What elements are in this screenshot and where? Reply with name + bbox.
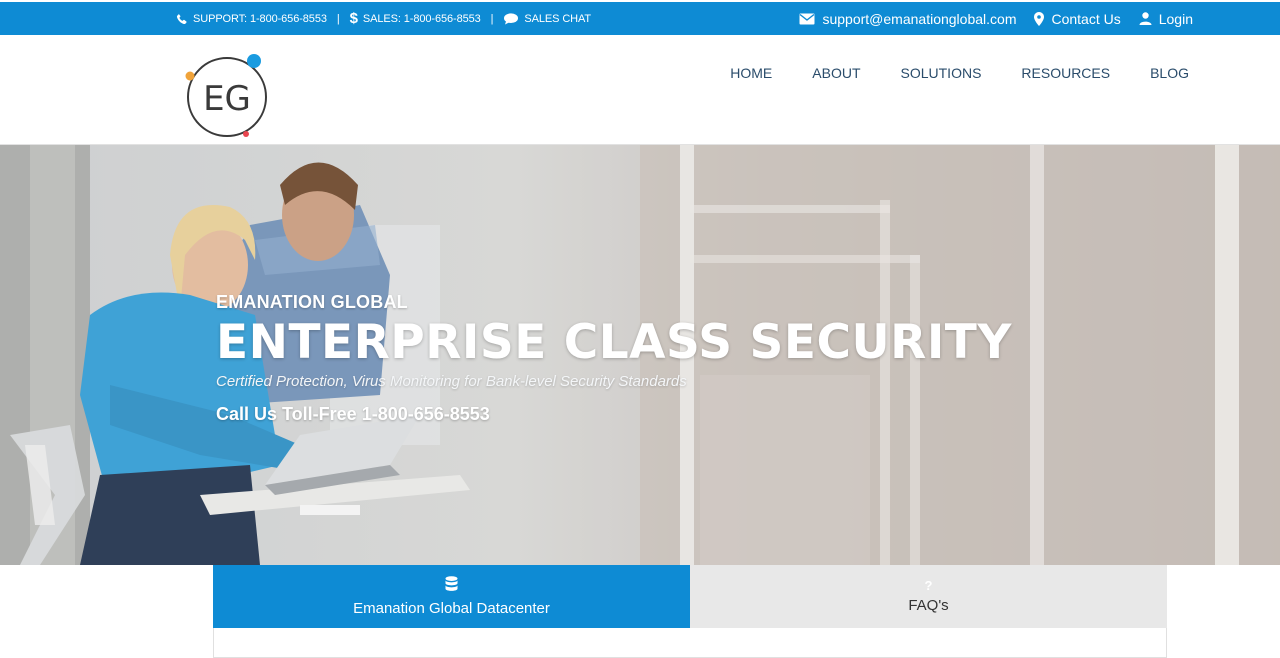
question-icon: ? bbox=[924, 578, 933, 593]
logo-text: EG bbox=[203, 79, 251, 119]
nav-about[interactable]: ABOUT bbox=[812, 65, 860, 81]
database-icon bbox=[445, 576, 458, 597]
support-phone[interactable]: SUPPORT: 1-800-656-8553 bbox=[176, 13, 327, 25]
phone-icon bbox=[176, 13, 188, 25]
support-phone-label: SUPPORT: 1-800-656-8553 bbox=[193, 12, 327, 25]
nav-solutions[interactable]: SOLUTIONS bbox=[901, 65, 982, 81]
hero-cta-phone[interactable]: Call Us Toll-Free 1-800-656-8553 bbox=[216, 404, 1012, 425]
nav-home[interactable]: HOME bbox=[730, 65, 772, 81]
user-icon bbox=[1139, 12, 1152, 25]
contact-us-label: Contact Us bbox=[1051, 10, 1121, 27]
top-bar-contacts: SUPPORT: 1-800-656-8553 | $ SALES: 1-800… bbox=[176, 2, 591, 35]
sales-chat-link[interactable]: SALES CHAT bbox=[503, 13, 591, 25]
map-pin-icon bbox=[1034, 11, 1045, 26]
sales-phone-label: SALES: 1-800-656-8553 bbox=[362, 12, 481, 25]
top-bar-links: support@emanationglobal.com Contact Us L… bbox=[799, 2, 1193, 35]
sales-phone[interactable]: $ SALES: 1-800-656-8553 bbox=[350, 10, 481, 27]
support-email-link[interactable]: support@emanationglobal.com bbox=[799, 11, 1016, 27]
login-link[interactable]: Login bbox=[1139, 11, 1193, 27]
nav-blog[interactable]: BLOG bbox=[1150, 65, 1189, 81]
tab-faqs[interactable]: ? FAQ's bbox=[690, 565, 1167, 628]
hero-banner: EMANATION GLOBAL ENTERPRISE CLASS SECURI… bbox=[0, 145, 1280, 565]
dollar-icon: $ bbox=[349, 10, 358, 27]
tab-faqs-label: FAQ's bbox=[908, 597, 949, 614]
hero-eyebrow: EMANATION GLOBAL bbox=[216, 292, 408, 312]
tab-datacenter-label: Emanation Global Datacenter bbox=[353, 600, 550, 617]
info-tabs: Emanation Global Datacenter ? FAQ's bbox=[213, 565, 1167, 628]
tab-panel bbox=[213, 628, 1167, 658]
divider: | bbox=[336, 12, 340, 25]
site-header: EG HOME ABOUT SOLUTIONS RESOURCES BLOG bbox=[0, 35, 1280, 145]
hero-text: EMANATION GLOBAL ENTERPRISE CLASS SECURI… bbox=[216, 292, 1012, 425]
hero-headline: ENTERPRISE CLASS SECURITY bbox=[216, 315, 1012, 370]
top-bar: SUPPORT: 1-800-656-8553 | $ SALES: 1-800… bbox=[0, 2, 1280, 35]
contact-us-link[interactable]: Contact Us bbox=[1034, 10, 1121, 27]
main-nav: HOME ABOUT SOLUTIONS RESOURCES BLOG bbox=[730, 65, 1189, 81]
divider: | bbox=[490, 12, 494, 25]
login-label: Login bbox=[1158, 10, 1193, 27]
chat-icon bbox=[503, 12, 519, 25]
sales-chat-label: SALES CHAT bbox=[524, 12, 592, 25]
logo[interactable]: EG bbox=[172, 44, 276, 138]
support-email-label: support@emanationglobal.com bbox=[822, 10, 1017, 27]
tab-datacenter[interactable]: Emanation Global Datacenter bbox=[213, 565, 690, 628]
hero-subline: Certified Protection, Virus Monitoring f… bbox=[216, 373, 687, 390]
nav-resources[interactable]: RESOURCES bbox=[1021, 65, 1110, 81]
envelope-icon bbox=[799, 13, 815, 25]
